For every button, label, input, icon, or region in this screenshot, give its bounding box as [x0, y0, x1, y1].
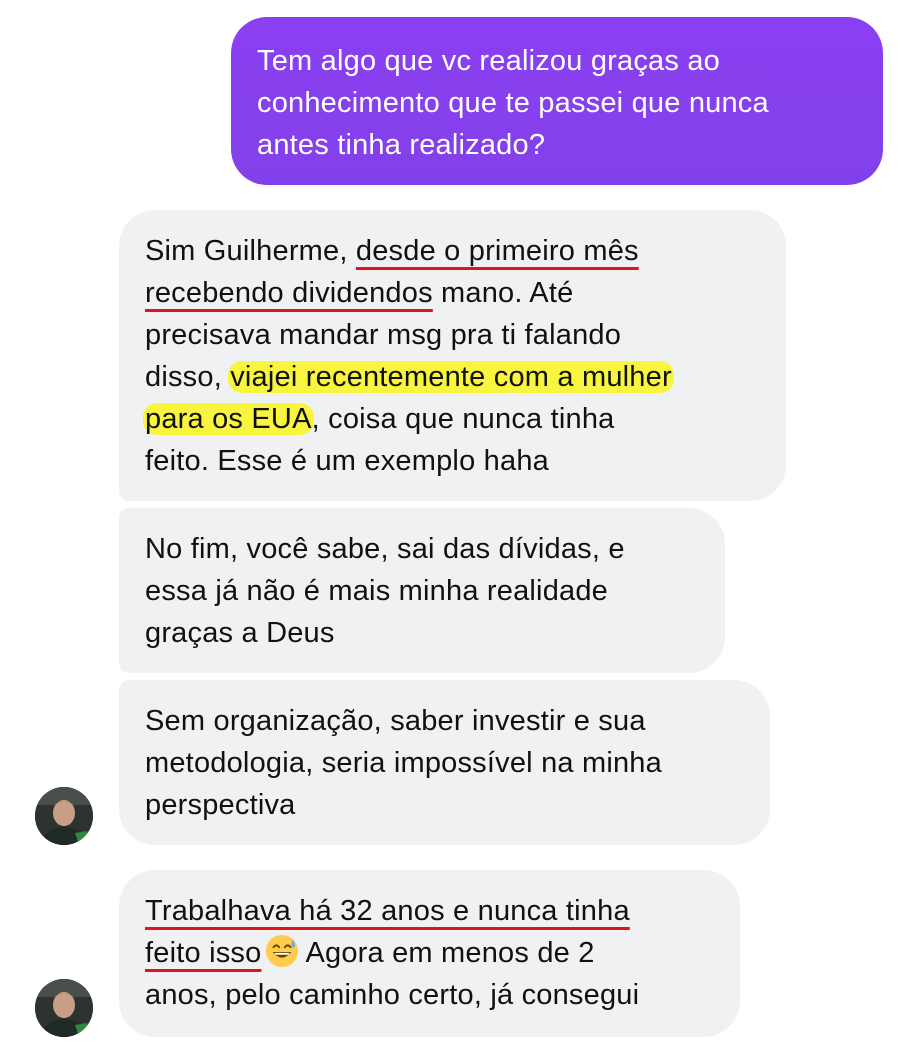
avatar-photo: [35, 979, 93, 1037]
message-line: essa já não é mais minha realidade: [145, 575, 609, 607]
message-line: Sem organização, saber investir e sua: [145, 705, 646, 737]
message-line: disso, viajei recentemente com a mulher: [145, 356, 762, 398]
message-text: anos, pelo caminho certo, já consegui: [145, 979, 640, 1011]
grinning-face-with-sweat-emoji: [266, 934, 299, 968]
message-text: , coisa que nunca tinha: [311, 403, 615, 435]
message-line: perspectiva: [145, 789, 296, 821]
message-line: precisava mandar msg pra ti falando: [145, 314, 762, 356]
contact-avatar[interactable]: [35, 787, 93, 845]
message-line: metodologia, seria impossível na minha: [145, 747, 662, 779]
highlighted-text: para os EUA: [143, 403, 314, 435]
underlined-text: Trabalhava há 32 anos e nunca tinha: [145, 895, 630, 927]
message-text: disso,: [145, 361, 231, 393]
underlined-text: desde o primeiro mês: [355, 235, 639, 267]
message-line: Trabalhava há 32 anos e nunca tinha: [145, 890, 716, 932]
received-message-bubble[interactable]: Sem organização, saber investir e sua me…: [119, 680, 770, 845]
message-line: Tem algo que vc realizou graças ao: [257, 45, 720, 77]
message-line: recebendo dividendos mano. Até: [145, 272, 762, 314]
message-line: feito. Esse é um exemplo haha: [145, 440, 762, 482]
highlighted-text: viajei recentemente com a mulher: [228, 361, 674, 393]
sent-message-bubble[interactable]: Tem algo que vc realizou graças ao conhe…: [231, 17, 883, 185]
received-message-bubble[interactable]: Sim Guilherme, desde o primeiro mês rece…: [119, 210, 786, 501]
message-text: Agora em menos de 2: [305, 937, 595, 969]
message-text: Sim Guilherme,: [145, 235, 356, 267]
received-message-bubble[interactable]: Trabalhava há 32 anos e nunca tinha feit…: [119, 870, 740, 1037]
received-message-bubble[interactable]: No fim, você sabe, sai das dívidas, e es…: [119, 508, 725, 673]
message-text: feito. Esse é um exemplo haha: [145, 445, 549, 477]
message-text: precisava mandar msg pra ti falando: [145, 319, 622, 351]
message-line: graças a Deus: [145, 617, 335, 649]
message-line: antes tinha realizado?: [257, 129, 546, 161]
message-line: No fim, você sabe, sai das dívidas, e: [145, 533, 625, 565]
message-text: mano. Até: [432, 277, 574, 309]
message-line: feito isso Agora em menos de 2: [145, 932, 716, 974]
message-line: Sim Guilherme, desde o primeiro mês: [145, 230, 762, 272]
underlined-text: feito isso: [145, 937, 262, 969]
message-line: para os EUA, coisa que nunca tinha: [143, 398, 762, 440]
underlined-text: recebendo dividendos: [145, 277, 433, 309]
avatar-photo: [35, 787, 93, 845]
message-line: conhecimento que te passei que nunca: [257, 87, 769, 119]
contact-avatar[interactable]: [35, 979, 93, 1037]
message-line: anos, pelo caminho certo, já consegui: [145, 974, 716, 1016]
